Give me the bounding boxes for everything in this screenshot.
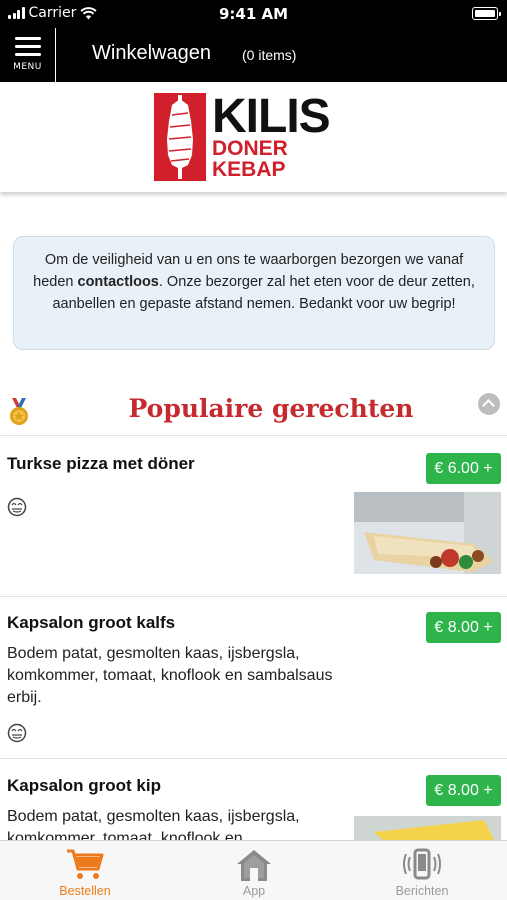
safety-notice: Om de veiligheid van u en ons te waarbor…	[13, 236, 495, 350]
bottom-tab-bar: Bestellen App Berichten	[0, 840, 507, 900]
menu-label: MENU	[13, 62, 42, 72]
top-bar: Carrier 9:41 AM MENU Winkelwagen (0 item…	[0, 0, 507, 82]
logo-line-kebap: KEBAP	[212, 158, 286, 181]
item-name: Kapsalon groot kalfs	[7, 613, 176, 632]
food-image-wrap	[354, 492, 501, 574]
tab-bestellen[interactable]: Bestellen	[25, 841, 145, 900]
halal-icon	[7, 497, 27, 517]
item-name: Kapsalon groot kip	[7, 776, 161, 795]
battery-icon	[472, 7, 501, 20]
page-title: Winkelwagen	[92, 42, 211, 64]
food-image-wrap	[354, 816, 501, 840]
tab-berichten[interactable]: Berichten	[362, 841, 482, 900]
price-add-button[interactable]: € 8.00 +	[426, 612, 501, 643]
tab-label: Bestellen	[59, 884, 111, 898]
logo-name: KILIS	[212, 90, 331, 143]
collapse-chevron-icon[interactable]	[478, 393, 500, 415]
tab-app[interactable]: App	[194, 841, 314, 900]
logo-banner: KILIS DONER KEBAP	[0, 82, 507, 192]
halal-icon	[7, 723, 27, 743]
popular-section-header[interactable]: Populaire gerechten	[0, 384, 507, 436]
menu-item[interactable]: Turkse pizza met döner € 6.00 +	[0, 437, 507, 597]
shopping-cart-icon	[67, 849, 104, 879]
logo-line-doner: DONER	[212, 137, 288, 160]
hamburger-icon	[14, 37, 41, 61]
home-icon	[237, 850, 271, 881]
menu-item[interactable]: Kapsalon groot kip € 8.00 + Bodem patat,…	[0, 759, 507, 840]
price-add-button[interactable]: € 8.00 +	[426, 775, 501, 806]
doner-spit-icon	[154, 93, 206, 181]
status-bar: Carrier 9:41 AM	[0, 0, 507, 28]
item-description: Bodem patat, gesmolten kaas, ijsbergsla,…	[7, 645, 333, 706]
item-name: Turkse pizza met döner	[7, 454, 195, 473]
status-time: 9:41 AM	[218, 5, 289, 23]
phone-vibrate-icon	[403, 848, 441, 880]
tab-label: App	[242, 884, 266, 898]
menu-item[interactable]: Kapsalon groot kalfs € 8.00 + Bodem pata…	[0, 597, 507, 759]
tab-label: Berichten	[395, 884, 449, 898]
cart-item-count[interactable]: (0 items)	[242, 47, 296, 63]
menu-button[interactable]: MENU	[0, 28, 56, 82]
restaurant-logo: KILIS DONER KEBAP	[154, 90, 354, 183]
section-title: Populaire gerechten	[128, 394, 414, 423]
notice-text-bold: contactloos	[77, 274, 159, 290]
item-description: Bodem patat, gesmolten kaas, ijsbergsla,…	[7, 808, 300, 840]
price-add-button[interactable]: € 6.00 +	[426, 453, 501, 484]
